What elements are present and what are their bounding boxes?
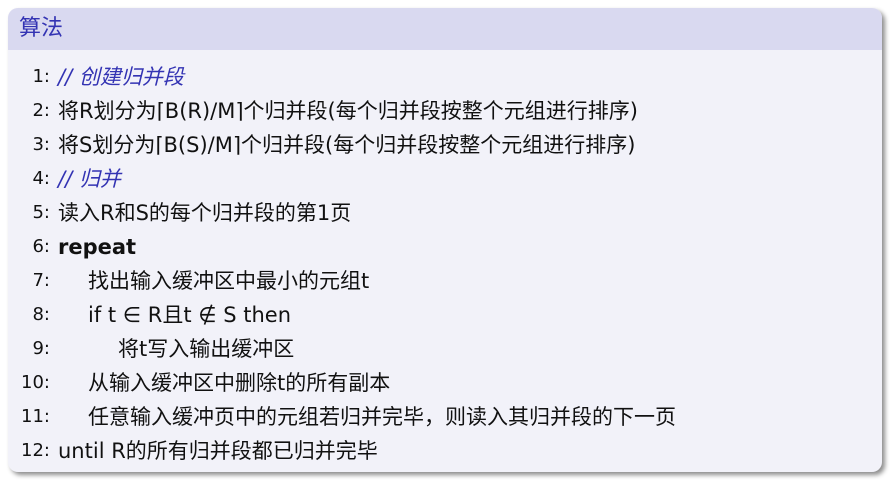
- line-number: 5:: [32, 202, 50, 223]
- line-number: 9:: [32, 338, 50, 359]
- line-text: // 创建归并段: [58, 65, 184, 89]
- line-number: 11:: [21, 406, 50, 427]
- line-text: 从输入缓冲区中删除t的所有副本: [88, 371, 391, 395]
- line-number: 2:: [32, 100, 50, 121]
- line-number: 8:: [32, 304, 50, 325]
- line-text: 将t写入输出缓冲区: [118, 337, 295, 361]
- line-text: until R的所有归并段都已归并完毕: [58, 439, 378, 463]
- line-number: 1:: [32, 66, 50, 87]
- line-text: 找出输入缓冲区中最小的元组t: [88, 269, 370, 293]
- line-number: 4:: [32, 168, 50, 189]
- line-text: 将S划分为⌈B(S)/M⌉个归并段(每个归并段按整个元组进行排序): [58, 133, 636, 157]
- block-title: 算法: [8, 8, 882, 50]
- line-text: 将R划分为⌈B(R)/M⌉个归并段(每个归并段按整个元组进行排序): [58, 99, 638, 123]
- line-text: 任意输入缓冲页中的元组若归并完毕，则读入其归并段的下一页: [88, 405, 676, 429]
- line-text: if t ∈ R且t ∉ S then: [88, 303, 292, 327]
- line-number: 3:: [32, 134, 50, 155]
- algorithm-block: 算法 1: // 创建归并段 2: 将R划分为⌈B(R)/M⌉个归并段(每个归并…: [8, 8, 882, 472]
- line-number: 10:: [21, 372, 50, 393]
- line-number: 6:: [32, 236, 50, 257]
- line-number: 12:: [21, 440, 50, 461]
- line-text: repeat: [58, 235, 137, 259]
- line-number: 7:: [32, 270, 50, 291]
- line-text: 读入R和S的每个归并段的第1页: [58, 201, 352, 225]
- line-text: // 归并: [58, 167, 121, 191]
